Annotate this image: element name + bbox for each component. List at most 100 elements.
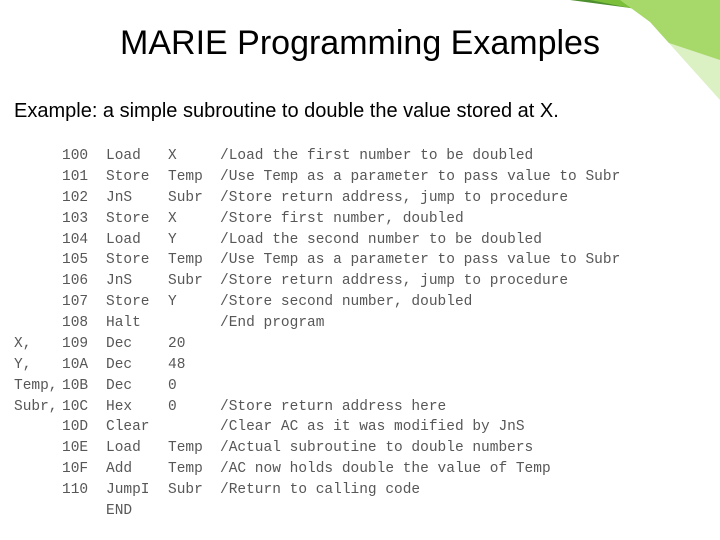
code-comment: /Return to calling code <box>220 480 710 501</box>
code-opcode: Add <box>106 459 168 480</box>
code-line: 10DClear/Clear AC as it was modified by … <box>14 417 710 438</box>
code-label: Y, <box>14 355 62 376</box>
code-arg: Temp <box>168 459 220 480</box>
code-opcode: JnS <box>106 188 168 209</box>
code-comment: /End program <box>220 313 710 334</box>
code-line: 101StoreTemp/Use Temp as a parameter to … <box>14 167 710 188</box>
code-line: 105StoreTemp/Use Temp as a parameter to … <box>14 250 710 271</box>
code-address: 103 <box>62 209 106 230</box>
code-address: 104 <box>62 230 106 251</box>
code-comment: /Use Temp as a parameter to pass value t… <box>220 167 710 188</box>
code-line: 10ELoadTemp/Actual subroutine to double … <box>14 438 710 459</box>
code-comment: /Store first number, doubled <box>220 209 710 230</box>
code-label <box>14 271 62 292</box>
code-label <box>14 292 62 313</box>
code-comment: /Load the second number to be doubled <box>220 230 710 251</box>
code-comment: /AC now holds double the value of Temp <box>220 459 710 480</box>
code-listing: 100LoadX/Load the first number to be dou… <box>14 146 710 522</box>
code-label <box>14 209 62 230</box>
code-line: 106JnSSubr/Store return address, jump to… <box>14 271 710 292</box>
code-comment: /Store return address, jump to procedure <box>220 271 710 292</box>
code-label <box>14 417 62 438</box>
code-comment <box>220 501 710 522</box>
code-address: 108 <box>62 313 106 334</box>
code-address: 10A <box>62 355 106 376</box>
code-arg: Y <box>168 230 220 251</box>
code-line: Temp,10BDec0 <box>14 376 710 397</box>
code-address: 101 <box>62 167 106 188</box>
code-opcode: Store <box>106 292 168 313</box>
code-address: 110 <box>62 480 106 501</box>
code-line: X,109Dec20 <box>14 334 710 355</box>
code-arg: Temp <box>168 167 220 188</box>
code-address: 10F <box>62 459 106 480</box>
code-opcode: Dec <box>106 376 168 397</box>
code-arg <box>168 501 220 522</box>
code-line: 10FAddTemp/AC now holds double the value… <box>14 459 710 480</box>
code-line: END <box>14 501 710 522</box>
code-address: 105 <box>62 250 106 271</box>
code-address: 10B <box>62 376 106 397</box>
code-comment: /Use Temp as a parameter to pass value t… <box>220 250 710 271</box>
code-label <box>14 146 62 167</box>
code-address: 107 <box>62 292 106 313</box>
code-address: 109 <box>62 334 106 355</box>
code-comment: /Load the first number to be doubled <box>220 146 710 167</box>
code-arg: X <box>168 209 220 230</box>
code-label <box>14 230 62 251</box>
code-opcode: JumpI <box>106 480 168 501</box>
code-comment <box>220 376 710 397</box>
code-arg: 20 <box>168 334 220 355</box>
code-label <box>14 438 62 459</box>
code-opcode: Load <box>106 438 168 459</box>
code-comment: /Clear AC as it was modified by JnS <box>220 417 710 438</box>
code-opcode: Load <box>106 146 168 167</box>
code-arg: 0 <box>168 397 220 418</box>
code-arg: Subr <box>168 271 220 292</box>
code-arg: Y <box>168 292 220 313</box>
code-label <box>14 188 62 209</box>
code-opcode: Store <box>106 250 168 271</box>
code-label <box>14 480 62 501</box>
code-opcode: END <box>106 501 168 522</box>
code-opcode: Hex <box>106 397 168 418</box>
code-arg <box>168 313 220 334</box>
code-arg: Subr <box>168 188 220 209</box>
code-label: X, <box>14 334 62 355</box>
code-address: 102 <box>62 188 106 209</box>
code-comment: /Store return address, jump to procedure <box>220 188 710 209</box>
code-line: 110JumpISubr/Return to calling code <box>14 480 710 501</box>
code-address <box>62 501 106 522</box>
code-label <box>14 167 62 188</box>
code-address: 106 <box>62 271 106 292</box>
code-opcode: Store <box>106 209 168 230</box>
code-line: 107StoreY/Store second number, doubled <box>14 292 710 313</box>
slide-title: MARIE Programming Examples <box>0 24 720 63</box>
slide: MARIE Programming Examples Example: a si… <box>0 0 720 540</box>
code-address: 10C <box>62 397 106 418</box>
code-arg: 0 <box>168 376 220 397</box>
code-arg: X <box>168 146 220 167</box>
code-line: 100LoadX/Load the first number to be dou… <box>14 146 710 167</box>
code-opcode: Halt <box>106 313 168 334</box>
code-comment: /Store return address here <box>220 397 710 418</box>
code-address: 10E <box>62 438 106 459</box>
code-opcode: Load <box>106 230 168 251</box>
code-comment <box>220 355 710 376</box>
code-opcode: Dec <box>106 355 168 376</box>
code-address: 100 <box>62 146 106 167</box>
code-line: 104LoadY/Load the second number to be do… <box>14 230 710 251</box>
code-opcode: Dec <box>106 334 168 355</box>
code-opcode: Clear <box>106 417 168 438</box>
code-arg: Subr <box>168 480 220 501</box>
code-label: Subr, <box>14 397 62 418</box>
code-arg: Temp <box>168 250 220 271</box>
code-line: Y,10ADec48 <box>14 355 710 376</box>
code-label <box>14 250 62 271</box>
code-arg: 48 <box>168 355 220 376</box>
code-comment: /Store second number, doubled <box>220 292 710 313</box>
code-comment: /Actual subroutine to double numbers <box>220 438 710 459</box>
code-line: 108Halt/End program <box>14 313 710 334</box>
code-opcode: Store <box>106 167 168 188</box>
code-label <box>14 459 62 480</box>
